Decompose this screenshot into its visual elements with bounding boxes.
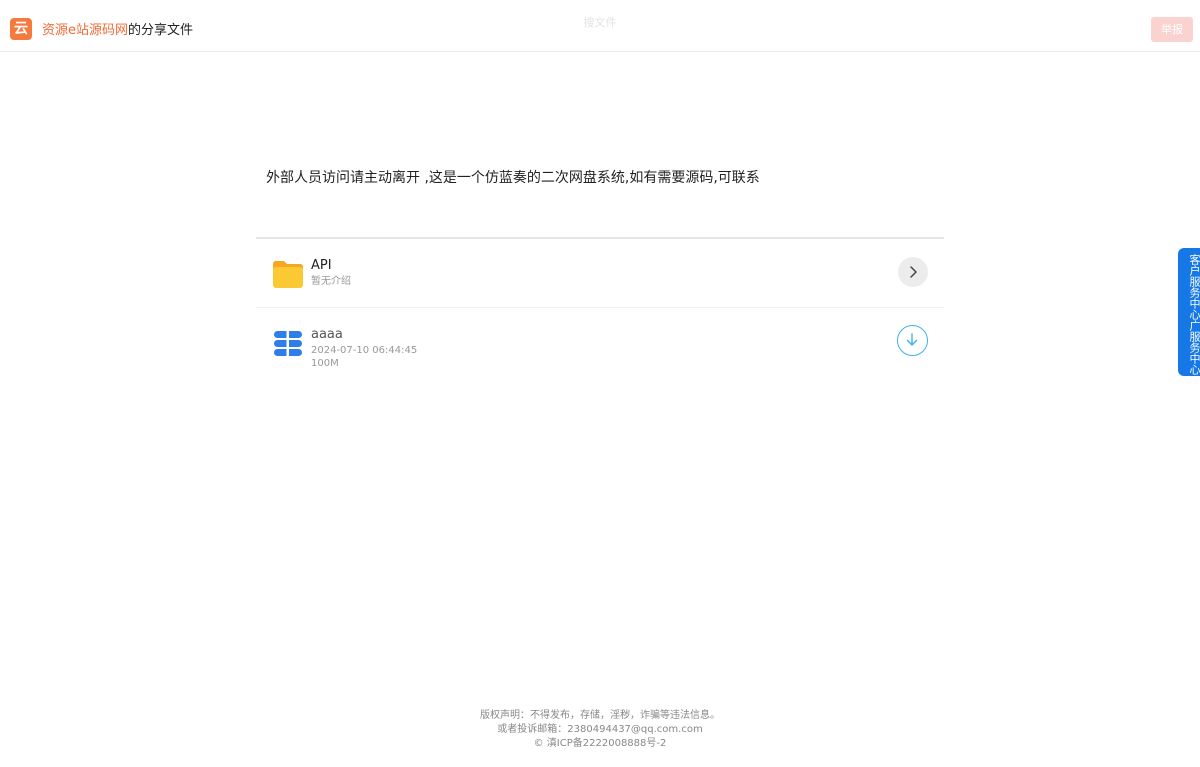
report-button[interactable]: 举报 bbox=[1151, 17, 1193, 42]
list-item-folder[interactable]: API 暂无介绍 bbox=[256, 239, 944, 308]
footer-complaint-email: 或者投诉邮箱：2380494437@qq.com.com bbox=[497, 724, 703, 735]
page-footer: 版权声明：不得发布，存储，淫秽，诈骗等违法信息。 或者投诉邮箱：23804944… bbox=[0, 709, 1200, 751]
top-header: 云 资源e站源码网 的分享文件 搜文件 举报 bbox=[0, 0, 1200, 52]
share-label: 的分享文件 bbox=[128, 23, 194, 38]
footer-icp[interactable]: © 滇ICP备2222008888号-2 bbox=[0, 737, 1200, 751]
file-date: 2024-07-10 06:44:45 bbox=[311, 345, 418, 356]
customer-service-tab[interactable]: 客户服务中心广服务中心 bbox=[1178, 248, 1200, 376]
file-list: API 暂无介绍 aaaa 2024-07-10 06:44:45 100M bbox=[256, 237, 944, 378]
chevron-right-icon bbox=[910, 266, 917, 278]
folder-icon bbox=[273, 261, 303, 288]
file-size: 100M bbox=[311, 358, 339, 369]
header-center-title: 搜文件 bbox=[583, 16, 617, 29]
site-logo[interactable]: 云 bbox=[10, 18, 32, 40]
folder-description: 暂无介绍 bbox=[311, 276, 351, 287]
download-button[interactable] bbox=[897, 325, 928, 356]
folder-name[interactable]: API bbox=[311, 258, 332, 274]
share-notice: 外部人员访问请主动离开 ,这是一个仿蓝奏的二次网盘系统,如有需要源码,可联系 bbox=[266, 170, 760, 186]
customer-service-label: 客户服务中心广服务中心 bbox=[1188, 253, 1200, 375]
footer-copyright: 版权声明：不得发布，存储，淫秽，诈骗等违法信息。 bbox=[480, 710, 720, 721]
open-folder-button[interactable] bbox=[898, 257, 928, 287]
download-icon bbox=[906, 333, 918, 346]
file-name[interactable]: aaaa bbox=[311, 327, 343, 343]
list-item-file[interactable]: aaaa 2024-07-10 06:44:45 100M bbox=[256, 308, 944, 378]
file-stack-icon bbox=[274, 331, 302, 356]
site-name-link[interactable]: 资源e站源码网 bbox=[42, 23, 128, 39]
